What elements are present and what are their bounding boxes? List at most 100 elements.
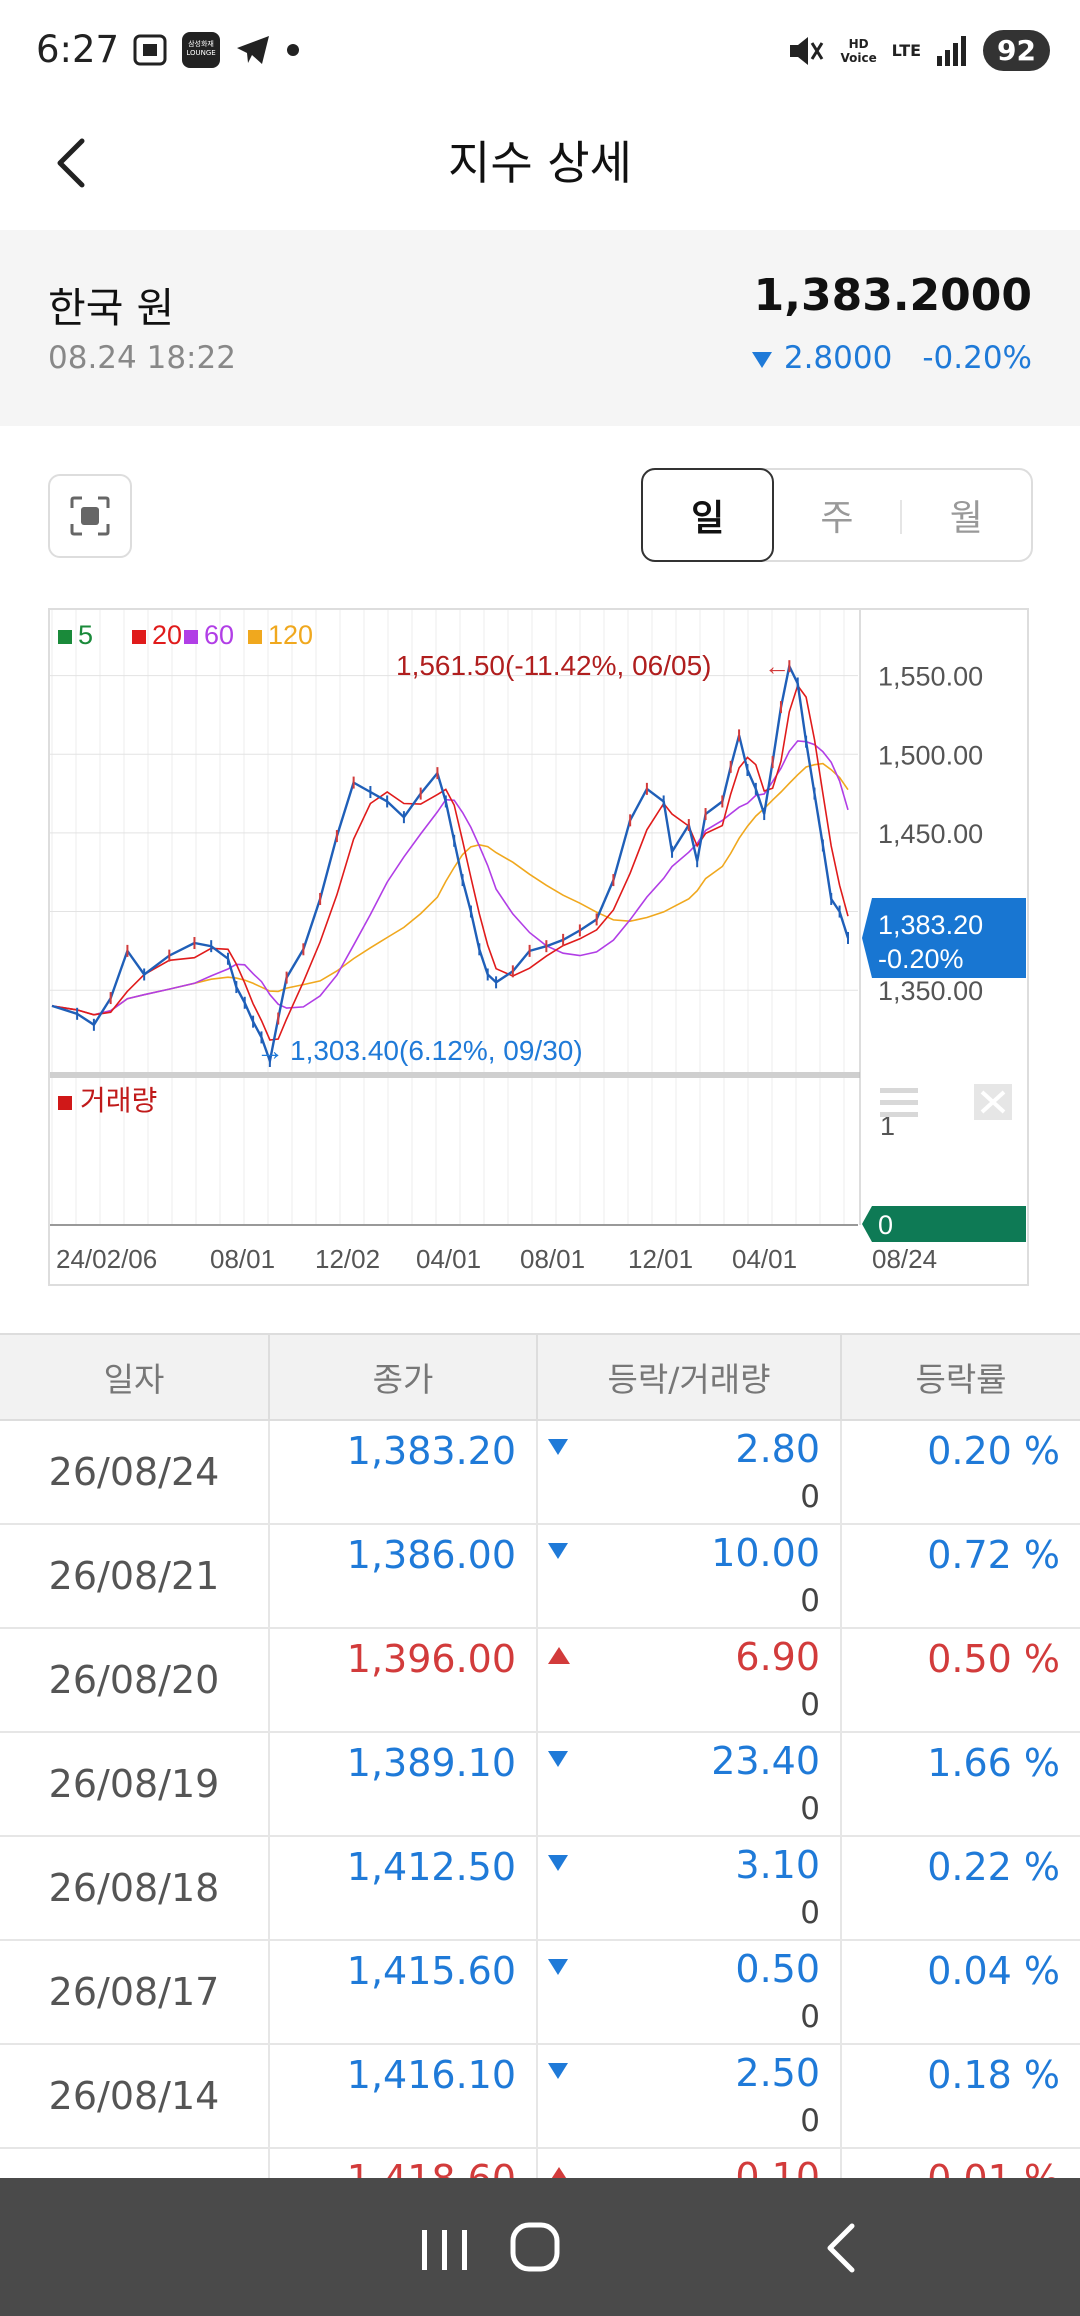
table-row[interactable]: 26/08/20 1,396.00 6.90 0 0.50 % (0, 1629, 1080, 1733)
volume-menu-icon (880, 1088, 918, 1093)
price-chart[interactable]: 5 20 60 120 1,550.00 1,500.00 1,450.00 1,350.00… (48, 608, 1029, 1286)
dot-icon (287, 44, 299, 56)
row-volume: 0 (800, 2103, 820, 2139)
battery-icon: 92 (983, 30, 1050, 71)
volume-current-label: 0 (878, 1210, 893, 1240)
row-close: 1,415.60 (270, 1941, 538, 2043)
price-line (51, 662, 850, 1066)
down-triangle-icon (548, 1751, 568, 1767)
row-date: 26/08/14 (0, 2045, 270, 2147)
volume-legend-label: 거래량 (80, 1085, 157, 1116)
row-date: 26/08/19 (0, 1733, 270, 1835)
row-change-volume: 3.10 0 (538, 1837, 842, 1939)
index-datetime: 08.24 18:22 (48, 340, 236, 376)
row-change-volume: 0.50 0 (538, 1941, 842, 2043)
row-change: 2.50 (735, 2051, 820, 2095)
header-change-volume: 등락/거래량 (538, 1335, 842, 1419)
x-tick-label: 04/01 (416, 1244, 481, 1274)
table-row[interactable]: 26/08/14 1,416.10 2.50 0 0.18 % (0, 2045, 1080, 2149)
lte-icon: LTE (891, 41, 922, 60)
volume-menu-icon (880, 1100, 918, 1105)
header-date: 일자 (0, 1335, 270, 1419)
period-selector: 일 주 월 (641, 468, 1033, 562)
nav-back-icon[interactable] (820, 2222, 864, 2274)
row-change: 6.90 (735, 1635, 820, 1679)
legend-label: 60 (204, 620, 234, 650)
row-change-volume: 6.90 0 (538, 1629, 842, 1731)
row-change-volume: 23.40 0 (538, 1733, 842, 1835)
row-change: 0.10 (735, 2155, 820, 2178)
row-date: 26/08/13 (0, 2149, 270, 2178)
tab-divider (900, 500, 902, 534)
table-row[interactable]: 26/08/131,418.600.1000.01 % (0, 2149, 1080, 2178)
row-change-volume: 10.00 0 (538, 1525, 842, 1627)
current-price-label: 1,383.20 (878, 910, 983, 940)
ma60-line (51, 740, 849, 1016)
row-date: 26/08/20 (0, 1629, 270, 1731)
index-price: 1,383.2000 (753, 270, 1032, 321)
x-tick-label: 12/02 (315, 1244, 380, 1274)
row-close: 1,383.20 (270, 1421, 538, 1523)
chart-capture-button[interactable] (48, 474, 132, 558)
y-tick-label: 1,550.00 (878, 662, 983, 692)
row-change: 0.50 (735, 1947, 820, 1991)
table-header: 일자 종가 등락/거래량 등락률 (0, 1335, 1080, 1421)
table-row[interactable]: 26/08/18 1,412.50 3.10 0 0.22 % (0, 1837, 1080, 1941)
index-change: 2.8000 -0.20% (751, 340, 1032, 376)
change-amount: 2.8000 (783, 340, 893, 376)
x-tick-label: 24/02/06 (56, 1244, 157, 1274)
row-close: 1,396.00 (270, 1629, 538, 1731)
legend-label: 20 (152, 620, 182, 650)
home-icon[interactable] (510, 2222, 562, 2274)
down-triangle-icon (548, 1439, 568, 1455)
table-row[interactable]: 26/08/17 1,415.60 0.50 0 0.04 % (0, 1941, 1080, 2045)
recent-apps-icon[interactable] (210, 2178, 1080, 2316)
signal-icon (937, 35, 967, 66)
current-pct-label: -0.20% (878, 944, 964, 974)
row-close: 1,418.60 (270, 2149, 538, 2178)
tab-week[interactable]: 주 (772, 470, 901, 560)
row-close: 1,386.00 (270, 1525, 538, 1627)
page-title: 지수 상세 (448, 136, 632, 190)
table-row[interactable]: 26/08/21 1,386.00 10.00 0 0.72 % (0, 1525, 1080, 1629)
system-nav-bar (0, 2178, 1080, 2316)
row-volume: 0 (800, 1999, 820, 2035)
min-arrow: → (256, 1035, 284, 1066)
change-amount-wrap: 2.8000 (751, 340, 893, 376)
x-tick-label: 08/01 (520, 1244, 585, 1274)
index-name: 한국 원 (48, 284, 175, 332)
status-time: 6:27 (36, 28, 120, 71)
x-tick-label: 12/01 (628, 1244, 693, 1274)
y-tick-label: 1,350.00 (878, 976, 983, 1006)
row-volume: 0 (800, 1687, 820, 1723)
telegram-icon (237, 36, 269, 64)
y-tick-label: 1,450.00 (878, 819, 983, 849)
row-close: 1,412.50 (270, 1837, 538, 1939)
min-annotation: 1,303.40(6.12%, 09/30) (290, 1035, 583, 1066)
row-rate: 0.50 % (927, 1637, 1060, 1681)
tab-month[interactable]: 월 (902, 470, 1031, 560)
row-volume: 0 (800, 1583, 820, 1619)
table-row[interactable]: 26/08/19 1,389.10 23.40 0 1.66 % (0, 1733, 1080, 1837)
x-tick-label: 08/01 (210, 1244, 275, 1274)
row-change: 10.00 (711, 1531, 820, 1575)
legend-label: 5 (78, 620, 93, 650)
pane-divider (50, 1072, 860, 1078)
volume-menu-icon (880, 1112, 918, 1117)
row-rate: 0.01 % (842, 2149, 1080, 2178)
row-volume: 0 (800, 1895, 820, 1931)
row-change-volume: 2.50 0 (538, 2045, 842, 2147)
legend-label: 120 (268, 620, 313, 650)
tab-day[interactable]: 일 (641, 468, 775, 562)
status-bar: 6:27 삼성화재 LOUNGE HD Voice LTE 92 (0, 0, 1080, 105)
app-header: 지수 상세 (0, 105, 1080, 230)
down-triangle-icon (548, 1543, 568, 1559)
row-change: 3.10 (735, 1843, 820, 1887)
index-summary: 한국 원 08.24 18:22 1,383.2000 2.8000 -0.20… (0, 230, 1080, 426)
table-row[interactable]: 26/08/24 1,383.20 2.80 0 0.20 % (0, 1421, 1080, 1525)
volume-legend-swatch (58, 1096, 72, 1110)
x-tick-label: 04/01 (732, 1244, 797, 1274)
row-volume: 0 (800, 1479, 820, 1515)
row-date: 26/08/18 (0, 1837, 270, 1939)
row-rate: 1.66 % (927, 1741, 1060, 1785)
